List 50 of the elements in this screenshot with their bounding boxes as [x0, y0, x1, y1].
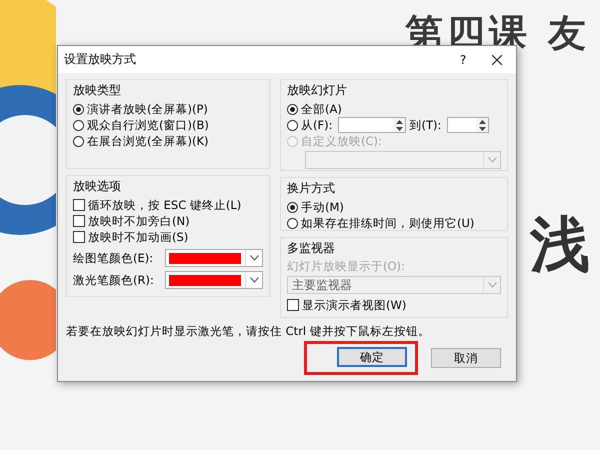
group-title: 放映选项: [73, 178, 122, 195]
radio-button[interactable]: [287, 202, 298, 212]
caret-icon: [488, 157, 496, 163]
checkbox[interactable]: [73, 231, 85, 243]
spin-buttons[interactable]: [476, 118, 488, 132]
option-label: 如果存在排练时间，则使用它(U): [301, 216, 474, 230]
radio-button[interactable]: [287, 218, 298, 228]
color-dropdown[interactable]: [165, 249, 263, 267]
checkbox-label: 循环放映，按 ESC 键终止(L): [88, 198, 242, 212]
to-label: 到(T):: [409, 118, 442, 132]
group-title: 换片方式: [287, 180, 336, 197]
caret-icon: [488, 282, 496, 288]
hint-text: 若要在放映幻灯片时显示激光笔，请按住 Ctrl 键并按下鼠标左按钮。: [66, 324, 431, 339]
cancel-button[interactable]: 取消: [431, 348, 501, 368]
checkbox[interactable]: [73, 199, 85, 211]
option-label: 观众自行浏览(窗口)(B): [87, 118, 209, 132]
checkbox[interactable]: [73, 215, 85, 227]
option-label: 自定义放映(C):: [301, 134, 382, 148]
group-title: 放映类型: [73, 82, 122, 99]
group-title: 放映幻灯片: [287, 82, 348, 99]
option-label: 手动(M): [301, 200, 344, 214]
window-title: 设置放映方式: [64, 51, 137, 68]
radio-button[interactable]: [73, 120, 84, 130]
slide-heading: 浅: [530, 209, 590, 282]
up-down-arrows-icon: [478, 120, 486, 130]
monitor-label: 幻灯片放映显示于(O):: [287, 259, 406, 274]
radio-button[interactable]: [73, 104, 84, 114]
option-label: 从(F):: [301, 118, 332, 132]
number-field[interactable]: [447, 117, 490, 133]
pen-color-label: 激光笔颜色(R):: [73, 272, 154, 288]
radio-button[interactable]: [287, 120, 298, 130]
checkbox-label: 放映时不加旁白(N): [88, 214, 190, 228]
caret-icon: [250, 277, 258, 283]
checkbox-label: 放映时不加动画(S): [88, 230, 188, 244]
group-title: 多监视器: [287, 240, 336, 257]
color-dropdown[interactable]: [165, 271, 263, 289]
pen-color-label: 绘图笔颜色(E):: [73, 250, 154, 266]
close-icon: [492, 54, 502, 64]
radio-button[interactable]: [73, 136, 84, 146]
option-label: 演讲者放映(全屏幕)(P): [87, 102, 208, 116]
spin-buttons[interactable]: [393, 118, 406, 132]
help-button[interactable]: ?: [448, 52, 478, 66]
caret-icon: [250, 255, 258, 261]
checkbox-label: 显示演示者视图(W): [302, 298, 406, 312]
option-label: 在展台浏览(全屏幕)(K): [87, 134, 208, 148]
up-down-arrows-icon: [396, 120, 403, 130]
number-field[interactable]: [338, 117, 406, 133]
option-label: 全部(A): [301, 102, 342, 116]
ok-button[interactable]: 确定: [337, 347, 407, 367]
radio-button[interactable]: [287, 104, 298, 114]
